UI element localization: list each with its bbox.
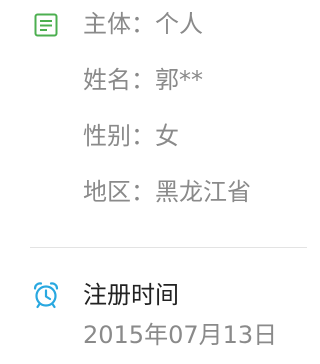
info-label-entity: 主体： [83, 10, 155, 38]
info-label-region: 地区： [83, 178, 155, 206]
section-divider [30, 247, 307, 248]
info-value-region: 黑龙江省 [155, 178, 251, 206]
info-label-gender: 性别： [83, 122, 155, 150]
info-value-entity: 个人 [155, 10, 203, 38]
registration-date: 2015年07月13日 [83, 321, 278, 349]
info-value-gender: 女 [155, 122, 179, 150]
info-label-name: 姓名： [83, 66, 155, 94]
alarm-clock-icon [31, 280, 61, 310]
registration-title: 注册时间 [83, 281, 179, 309]
info-row-gender: 性别：女 [83, 121, 179, 151]
document-icon [33, 12, 59, 38]
info-row-name: 姓名：郭** [83, 65, 203, 95]
info-value-name: 郭** [155, 66, 203, 94]
info-row-entity: 主体：个人 [83, 9, 203, 39]
info-row-region: 地区：黑龙江省 [83, 177, 251, 207]
